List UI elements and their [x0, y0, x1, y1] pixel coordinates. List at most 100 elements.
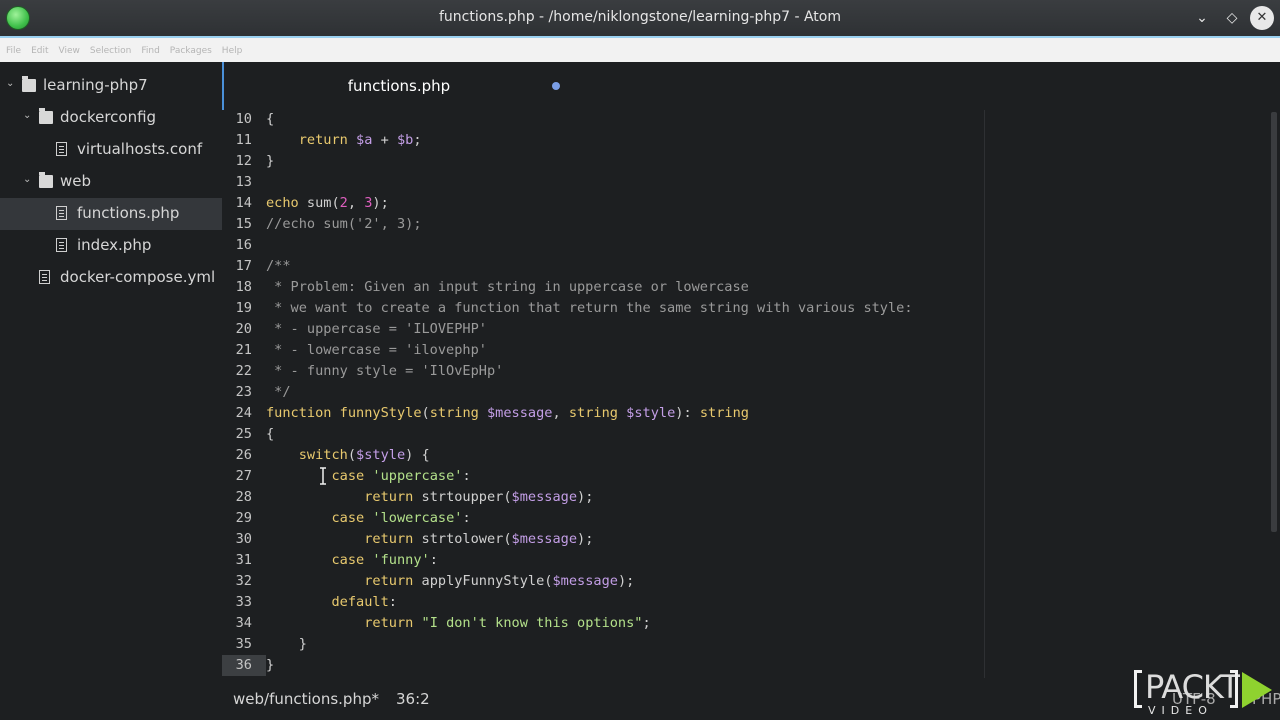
code-line[interactable]: default:: [266, 592, 396, 613]
code-line[interactable]: echo sum(2, 3);: [266, 193, 389, 214]
vertical-scrollbar[interactable]: [1271, 112, 1277, 532]
tree-folder[interactable]: ⌄ web: [0, 166, 222, 198]
tree-item-label: dockerconfig: [60, 108, 157, 126]
line-number[interactable]: 34: [222, 613, 252, 634]
code-token: * Problem: Given an input string in uppe…: [266, 279, 749, 295]
code-line[interactable]: case 'funny':: [266, 550, 438, 571]
chevron-down-icon[interactable]: ⌄: [23, 110, 35, 121]
line-number[interactable]: 25: [222, 424, 252, 445]
code-line[interactable]: case 'lowercase':: [266, 508, 471, 529]
line-number[interactable]: 10: [222, 109, 252, 130]
line-number[interactable]: 21: [222, 340, 252, 361]
line-number[interactable]: 27: [222, 466, 252, 487]
chevron-down-icon[interactable]: ⌄: [23, 174, 35, 185]
line-number[interactable]: 12: [222, 151, 252, 172]
modified-indicator-icon[interactable]: [552, 82, 560, 90]
code-line[interactable]: switch($style) {: [266, 445, 430, 466]
code-token: return: [364, 489, 414, 505]
line-number[interactable]: 30: [222, 529, 252, 550]
code-line[interactable]: }: [266, 151, 274, 172]
line-number[interactable]: 31: [222, 550, 252, 571]
close-icon[interactable]: ✕: [1250, 6, 1274, 30]
code-token: strtoupper(: [413, 489, 512, 505]
code-line[interactable]: return $a + $b;: [266, 130, 422, 151]
line-number[interactable]: 22: [222, 361, 252, 382]
tree-item-label: docker-compose.yml: [60, 268, 216, 286]
line-number[interactable]: 18: [222, 277, 252, 298]
code-line[interactable]: //echo sum('2', 3);: [266, 214, 422, 235]
line-number[interactable]: 19: [222, 298, 252, 319]
line-number[interactable]: 15: [222, 214, 252, 235]
tree-file[interactable]: virtualhosts.conf: [0, 134, 222, 166]
tree-file[interactable]: functions.php: [0, 198, 222, 230]
line-number[interactable]: 17: [222, 256, 252, 277]
line-number[interactable]: 35: [222, 634, 252, 655]
line-number[interactable]: 29: [222, 508, 252, 529]
code-line[interactable]: * - uppercase = 'ILOVEPHP': [266, 319, 487, 340]
code-line[interactable]: * - funny style = 'IlOvEpHp': [266, 361, 503, 382]
code-token: "I don't know this options": [421, 615, 643, 631]
code-line[interactable]: /**: [266, 256, 291, 277]
line-number[interactable]: 11: [222, 130, 252, 151]
code-line[interactable]: */: [266, 382, 290, 403]
tree-file[interactable]: docker-compose.yml: [0, 262, 222, 294]
code-line[interactable]: }: [266, 655, 274, 676]
code-token: return: [364, 531, 414, 547]
menu-file[interactable]: File: [6, 46, 21, 56]
line-number[interactable]: 16: [222, 235, 252, 256]
code-line[interactable]: return strtoupper($message);: [266, 487, 593, 508]
code-line[interactable]: * we want to create a function that retu…: [266, 298, 912, 319]
menu-selection[interactable]: Selection: [90, 46, 131, 56]
code-line[interactable]: return applyFunnyStyle($message);: [266, 571, 634, 592]
line-number[interactable]: 23: [222, 382, 252, 403]
line-number[interactable]: 28: [222, 487, 252, 508]
code-token: return: [364, 573, 414, 589]
menu-find[interactable]: Find: [141, 46, 159, 56]
line-number[interactable]: 20: [222, 319, 252, 340]
tree-file[interactable]: index.php: [0, 230, 222, 262]
menu-edit[interactable]: Edit: [31, 46, 48, 56]
menu-packages[interactable]: Packages: [170, 46, 212, 56]
status-cursor-position[interactable]: 36:2: [396, 690, 430, 708]
tree-item-label: functions.php: [77, 204, 180, 222]
tree-folder[interactable]: ⌄ dockerconfig: [0, 102, 222, 134]
code-area[interactable]: { return $a + $b;} echo sum(2, 3); //echo …: [266, 110, 1266, 678]
code-line[interactable]: return strtolower($message);: [266, 529, 593, 550]
code-token: :: [462, 510, 471, 526]
line-number[interactable]: 24: [222, 403, 252, 424]
line-number[interactable]: 33: [222, 592, 252, 613]
code-token: case: [331, 552, 365, 568]
code-line[interactable]: {: [266, 109, 274, 130]
code-token: $a: [356, 132, 373, 148]
chevron-down-icon[interactable]: ⌄: [6, 78, 18, 89]
line-number[interactable]: 36: [222, 655, 252, 676]
maximize-icon[interactable]: ◇: [1220, 6, 1244, 30]
code-token: function: [266, 405, 332, 421]
code-token: * - lowercase = 'ilovephp': [266, 342, 487, 358]
code-line[interactable]: function funnyStyle(string $message, str…: [266, 403, 749, 424]
code-token: case: [331, 468, 365, 484]
line-number[interactable]: 26: [222, 445, 252, 466]
line-number-gutter[interactable]: 10 11 12 13 14 15 16 17 18 19 20 21 22 23 24 25 26 27 28 29…: [222, 110, 266, 678]
code-line[interactable]: * Problem: Given an input string in uppe…: [266, 277, 749, 298]
code-line[interactable]: {: [266, 424, 274, 445]
code-line[interactable]: return "I don't know this options";: [266, 613, 650, 634]
line-number[interactable]: 14: [222, 193, 252, 214]
menu-help[interactable]: Help: [222, 46, 243, 56]
code-line[interactable]: case 'uppercase':: [266, 466, 470, 487]
line-number[interactable]: 13: [222, 172, 252, 193]
code-line[interactable]: * - lowercase = 'ilovephp': [266, 340, 487, 361]
code-token: :: [429, 552, 438, 568]
tab-functions-php[interactable]: functions.php: [222, 62, 574, 110]
line-number[interactable]: 32: [222, 571, 252, 592]
code-editor[interactable]: 10 11 12 13 14 15 16 17 18 19 20 21 22 23 24 25 26 27 28 29…: [222, 110, 1280, 678]
status-file-path[interactable]: web/functions.php*: [233, 690, 379, 708]
minimize-icon[interactable]: ⌄: [1190, 6, 1214, 30]
tree-folder[interactable]: ⌄ learning-php7: [0, 70, 222, 102]
code-line[interactable]: }: [266, 634, 307, 655]
menu-view[interactable]: View: [59, 46, 80, 56]
